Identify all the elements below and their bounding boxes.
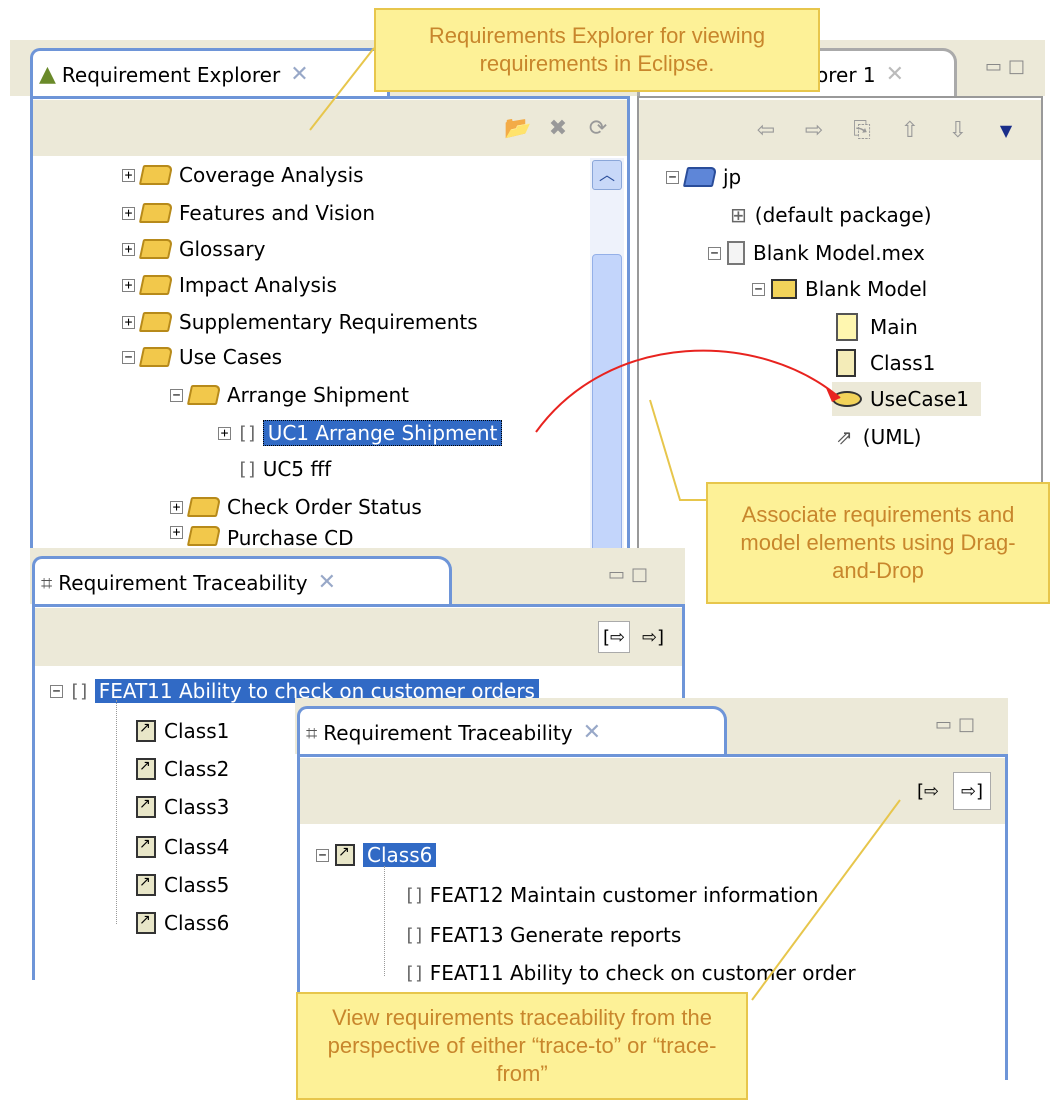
- callout-leader-dnd: [649, 399, 706, 501]
- annotation-lines: [309, 47, 901, 1001]
- callout-leader-explorer: [309, 47, 375, 131]
- drag-arrow: [535, 349, 841, 433]
- callout-leader-trace: [751, 799, 901, 1001]
